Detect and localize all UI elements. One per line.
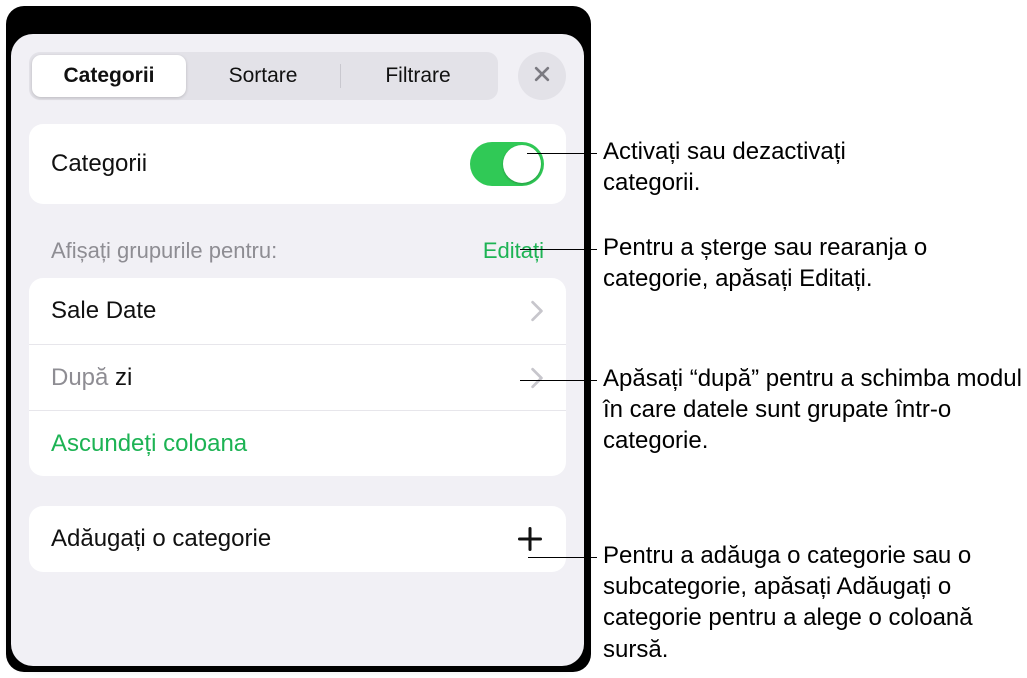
groups-section-header: Afișați grupurile pentru: Editați bbox=[29, 238, 566, 270]
segmented-control: Categorii Sortare Filtrare bbox=[29, 52, 498, 100]
callout-by: Apăsați “după” pentru a schimba modul în… bbox=[603, 363, 1027, 457]
add-category-label: Adăugați o categorie bbox=[51, 525, 516, 553]
plus-icon bbox=[516, 525, 544, 553]
callout-leader bbox=[520, 249, 597, 250]
callout-add: Pentru a adăuga o categorie sau o subcat… bbox=[603, 540, 1003, 665]
chevron-right-icon bbox=[530, 367, 544, 389]
callouts-layer: Activați sau dezactivați categorii. Pent… bbox=[603, 0, 1027, 678]
tab-filter[interactable]: Filtrare bbox=[341, 55, 495, 97]
panel-header: Categorii Sortare Filtrare bbox=[29, 52, 566, 100]
category-row-sale-date[interactable]: Sale Date bbox=[29, 278, 566, 344]
close-icon bbox=[532, 64, 552, 89]
device-frame: Categorii Sortare Filtrare Categorii bbox=[6, 6, 591, 672]
hide-column-label: Ascundeți coloana bbox=[51, 430, 544, 458]
tab-sort[interactable]: Sortare bbox=[186, 55, 340, 97]
hide-column-row[interactable]: Ascundeți coloana bbox=[29, 410, 566, 476]
group-by-label: După zi bbox=[51, 364, 530, 392]
groups-card: Sale Date După zi Ascundeți co bbox=[29, 278, 566, 476]
categories-toggle-label: Categorii bbox=[51, 150, 470, 178]
toggle-knob bbox=[503, 145, 541, 183]
close-button[interactable] bbox=[518, 52, 566, 100]
categories-toggle-card: Categorii bbox=[29, 124, 566, 204]
category-row-label: Sale Date bbox=[51, 297, 530, 325]
groups-section-title: Afișați grupurile pentru: bbox=[51, 238, 277, 264]
callout-toggle: Activați sau dezactivați categorii. bbox=[603, 136, 943, 198]
add-category-card: Adăugați o categorie bbox=[29, 506, 566, 572]
tab-categories[interactable]: Categorii bbox=[32, 55, 186, 97]
edit-button[interactable]: Editați bbox=[483, 238, 544, 264]
categories-toggle[interactable] bbox=[470, 142, 544, 186]
group-by-row[interactable]: După zi bbox=[29, 344, 566, 410]
group-by-prefix: După bbox=[51, 364, 115, 391]
callout-edit: Pentru a șterge sau rearanja o categorie… bbox=[603, 232, 1013, 294]
organize-panel: Categorii Sortare Filtrare Categorii bbox=[11, 34, 584, 666]
callout-leader bbox=[527, 153, 597, 154]
chevron-right-icon bbox=[530, 300, 544, 322]
callout-leader bbox=[528, 557, 597, 558]
callout-leader bbox=[520, 380, 597, 381]
categories-toggle-row: Categorii bbox=[29, 124, 566, 204]
group-by-value: zi bbox=[115, 364, 132, 391]
add-category-row[interactable]: Adăugați o categorie bbox=[29, 506, 566, 572]
